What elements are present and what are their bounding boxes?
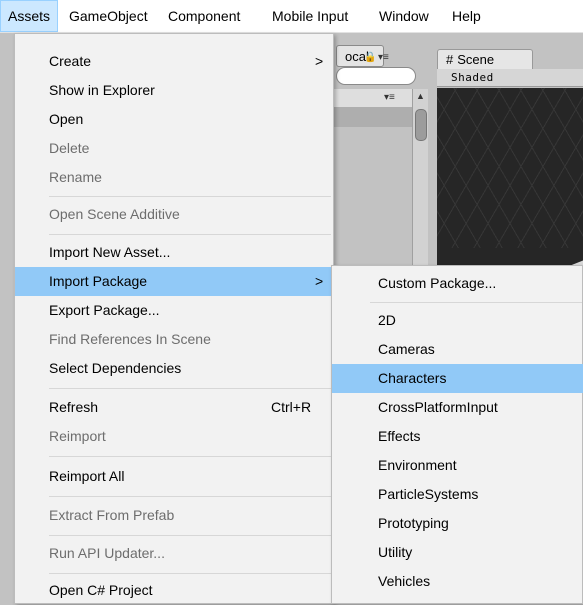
menu-item-reimport-all[interactable]: Reimport All — [15, 462, 333, 491]
menu-item-open[interactable]: Open — [15, 105, 333, 134]
submenu-item-crossplatforminput[interactable]: CrossPlatformInput — [332, 393, 583, 422]
panel-menu-icon[interactable]: ▾≡ — [378, 52, 389, 63]
assets-menu: Create > Show in Explorer Open Delete Re… — [14, 33, 334, 604]
tab-scene[interactable]: # Scene — [437, 49, 533, 69]
project-selected-row[interactable] — [330, 107, 416, 127]
menu-item-import-package[interactable]: Import Package > — [15, 267, 333, 296]
scene-tab-label: Scene — [457, 52, 495, 67]
menu-item-reimport[interactable]: Reimport — [15, 422, 333, 451]
menubar-component[interactable]: Component — [161, 0, 247, 32]
menu-separator — [49, 388, 331, 389]
menu-item-delete[interactable]: Delete — [15, 134, 333, 163]
menu-item-import-new-asset[interactable]: Import New Asset... — [15, 238, 333, 267]
submenu-item-utility[interactable]: Utility — [332, 538, 583, 567]
menu-separator — [370, 302, 582, 303]
menu-item-extract-from-prefab[interactable]: Extract From Prefab — [15, 501, 333, 530]
scroll-thumb[interactable] — [415, 109, 427, 141]
menu-item-label: Import Package — [49, 273, 148, 289]
local-toggle-button[interactable]: ocal — [336, 45, 384, 67]
menu-item-label: Refresh — [49, 399, 99, 415]
menu-item-create[interactable]: Create > — [15, 47, 333, 76]
menu-separator — [49, 573, 331, 574]
menubar-window[interactable]: Window — [372, 0, 436, 32]
chevron-right-icon: > — [315, 53, 324, 69]
submenu-item-particlesystems[interactable]: ParticleSystems — [332, 480, 583, 509]
menu-separator — [49, 234, 331, 235]
import-package-submenu: Custom Package... 2D Cameras Characters … — [331, 265, 583, 604]
menubar-mobile-input[interactable]: Mobile Input — [265, 0, 355, 32]
submenu-item-cameras[interactable]: Cameras — [332, 335, 583, 364]
submenu-item-2d[interactable]: 2D — [332, 306, 583, 335]
submenu-item-environment[interactable]: Environment — [332, 451, 583, 480]
submenu-item-prototyping[interactable]: Prototyping — [332, 509, 583, 538]
panel-options-icon[interactable]: ▾≡ — [384, 92, 395, 103]
scene-shading-dropdown[interactable]: Shaded — [437, 69, 583, 87]
menu-item-rename[interactable]: Rename — [15, 163, 333, 192]
lock-icon[interactable]: 🔒 — [364, 52, 376, 63]
shortcut-label: Ctrl+R — [271, 399, 312, 415]
chevron-right-icon: > — [315, 273, 324, 289]
submenu-item-vehicles[interactable]: Vehicles — [332, 567, 583, 596]
project-panel-header — [330, 89, 416, 108]
scene-grid — [437, 88, 583, 248]
menu-item-export-package[interactable]: Export Package... — [15, 296, 333, 325]
menubar-assets[interactable]: Assets — [0, 0, 59, 32]
menu-separator — [49, 196, 331, 197]
submenu-item-custom-package[interactable]: Custom Package... — [332, 269, 583, 298]
submenu-item-characters[interactable]: Characters — [332, 364, 583, 393]
menu-separator — [49, 496, 331, 497]
menu-item-select-dependencies[interactable]: Select Dependencies — [15, 354, 333, 383]
menu-separator — [49, 456, 331, 457]
menu-item-refresh[interactable]: Refresh Ctrl+R — [15, 393, 333, 422]
menu-separator — [49, 535, 331, 536]
menu-item-open-scene-additive[interactable]: Open Scene Additive — [15, 200, 333, 229]
menu-item-run-api-updater[interactable]: Run API Updater... — [15, 539, 333, 568]
menu-item-show-in-explorer[interactable]: Show in Explorer — [15, 76, 333, 105]
menu-item-open-csharp-project[interactable]: Open C# Project — [15, 576, 333, 605]
menubar-gameobject[interactable]: GameObject — [62, 0, 155, 32]
menu-item-find-references-in-scene[interactable]: Find References In Scene — [15, 325, 333, 354]
menu-item-label: Create — [49, 53, 92, 69]
scroll-up-arrow-icon[interactable]: ▲ — [413, 91, 428, 101]
submenu-item-effects[interactable]: Effects — [332, 422, 583, 451]
menu-bar: Assets GameObject Component Mobile Input… — [0, 0, 583, 33]
project-search-input[interactable] — [336, 67, 416, 85]
scene-hash-icon: # — [446, 52, 454, 67]
menubar-help[interactable]: Help — [445, 0, 488, 32]
